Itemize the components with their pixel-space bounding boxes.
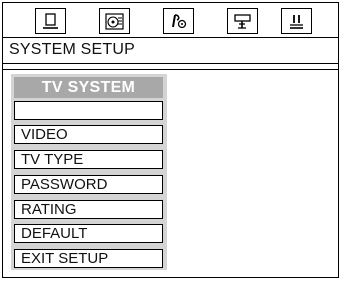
general-setup-tab[interactable] [35, 8, 66, 34]
dolby-digital-icon [172, 13, 187, 28]
video-setup-icon [234, 13, 251, 29]
audio-setup-icon [105, 12, 124, 30]
divider [3, 63, 338, 64]
divider [3, 69, 338, 70]
menu-item-exit-setup[interactable]: EXIT SETUP [14, 249, 163, 268]
tv-system-value-field[interactable] [14, 101, 163, 120]
preference-icon [290, 14, 303, 29]
menu-item-rating[interactable]: RATING [14, 200, 163, 219]
menu-item-default[interactable]: DEFAULT [14, 224, 163, 243]
preference-tab[interactable] [281, 8, 312, 34]
setup-menu: TV SYSTEM VIDEO TV TYPE PASSWORD RATING … [11, 74, 167, 270]
setup-icon-bar [3, 3, 338, 41]
divider [3, 37, 338, 38]
page-title: SYSTEM SETUP [9, 41, 135, 58]
setup-screen: SYSTEM SETUP TV SYSTEM VIDEO TV TYPE PAS… [2, 2, 339, 278]
dolby-setup-tab[interactable] [163, 8, 194, 34]
general-setup-icon [43, 12, 58, 29]
menu-item-password[interactable]: PASSWORD [14, 175, 163, 194]
video-setup-tab[interactable] [227, 8, 258, 34]
audio-setup-tab[interactable] [99, 8, 130, 34]
menu-item-tv-type[interactable]: TV TYPE [14, 150, 163, 169]
menu-title-tv-system[interactable]: TV SYSTEM [14, 77, 163, 98]
menu-item-video[interactable]: VIDEO [14, 125, 163, 144]
